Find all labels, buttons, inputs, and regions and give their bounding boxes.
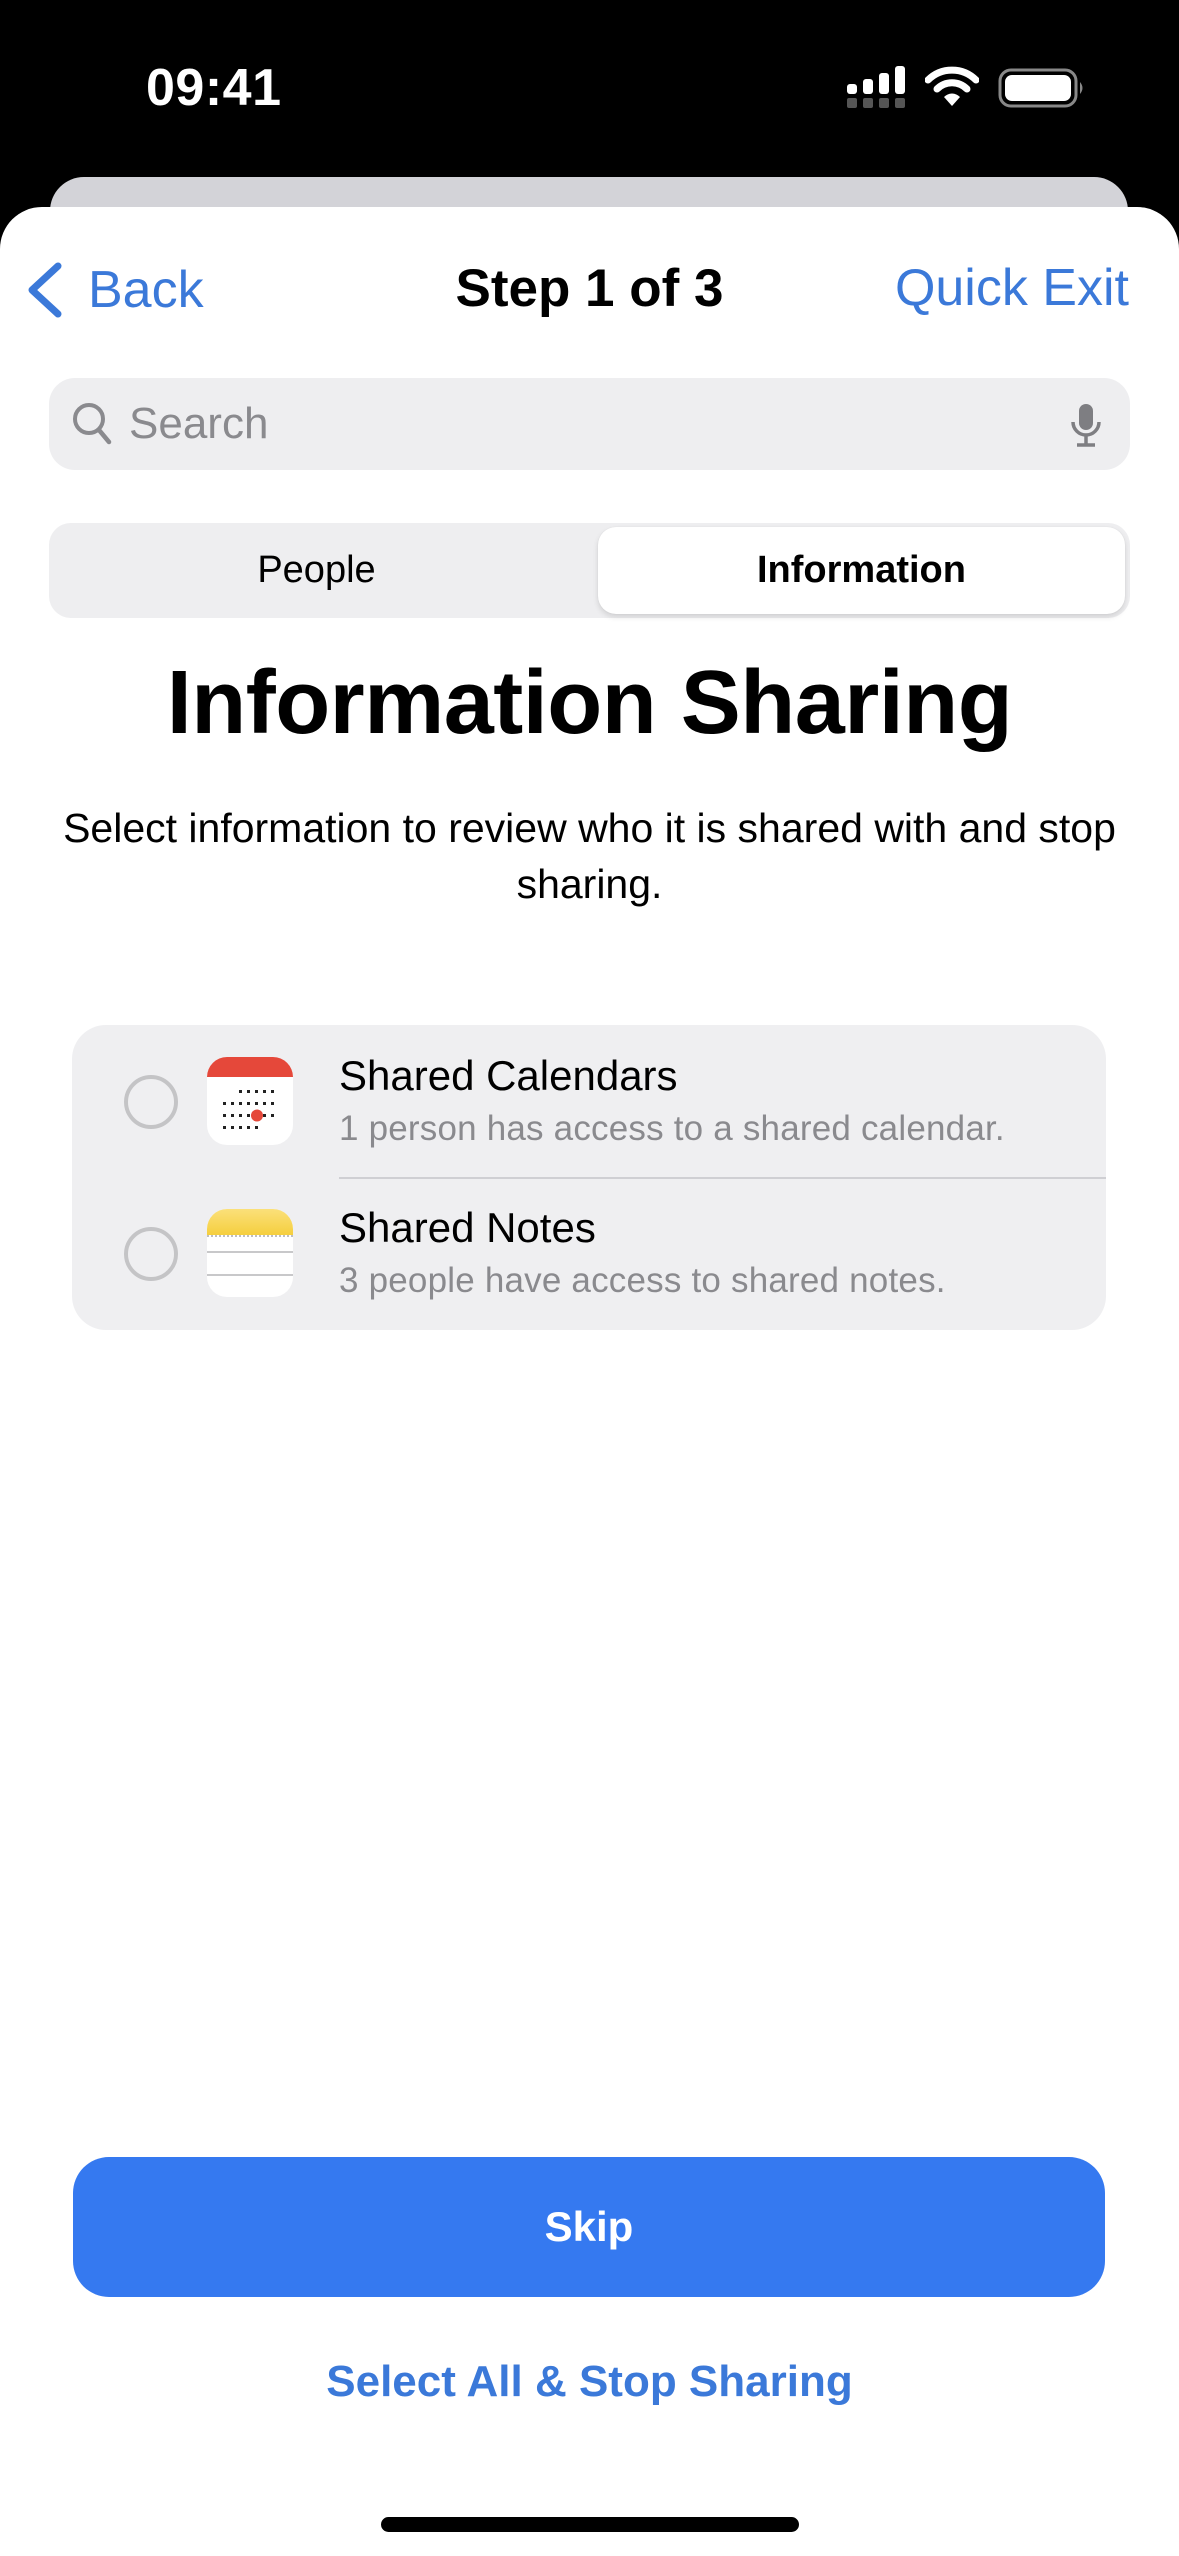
notes-app-icon xyxy=(207,1209,293,1297)
list-item-shared-notes[interactable]: Shared Notes 3 people have access to sha… xyxy=(72,1177,1106,1329)
cellular-signal-icon xyxy=(847,66,905,108)
tab-people[interactable]: People xyxy=(53,527,580,614)
tab-information[interactable]: Information xyxy=(598,527,1125,614)
item-subtitle: 1 person has access to a shared calendar… xyxy=(339,1109,1005,1148)
calendar-app-icon xyxy=(207,1057,293,1145)
segmented-control: People Information xyxy=(49,523,1130,618)
search-bar[interactable] xyxy=(49,378,1130,470)
home-indicator[interactable] xyxy=(381,2517,799,2532)
item-subtitle: 3 people have access to shared notes. xyxy=(339,1261,946,1300)
selection-radio[interactable] xyxy=(124,1075,178,1129)
quick-exit-button[interactable]: Quick Exit xyxy=(895,258,1129,318)
battery-icon xyxy=(998,68,1083,108)
page-description: Select information to review who it is s… xyxy=(63,805,1116,907)
search-icon xyxy=(73,403,112,445)
item-title: Shared Calendars xyxy=(339,1052,678,1099)
information-list: Shared Calendars 1 person has access to … xyxy=(72,1025,1106,1330)
search-input[interactable] xyxy=(129,378,1029,470)
select-all-stop-sharing-button[interactable]: Select All & Stop Sharing xyxy=(0,2357,1179,2407)
skip-button[interactable]: Skip xyxy=(73,2157,1105,2297)
status-time: 09:41 xyxy=(146,59,282,117)
wifi-icon xyxy=(925,66,979,106)
microphone-icon[interactable] xyxy=(1070,402,1102,448)
item-title: Shared Notes xyxy=(339,1204,596,1251)
page-heading: Information Sharing xyxy=(166,653,1013,753)
selection-radio[interactable] xyxy=(124,1227,178,1281)
list-item-shared-calendars[interactable]: Shared Calendars 1 person has access to … xyxy=(72,1025,1106,1179)
